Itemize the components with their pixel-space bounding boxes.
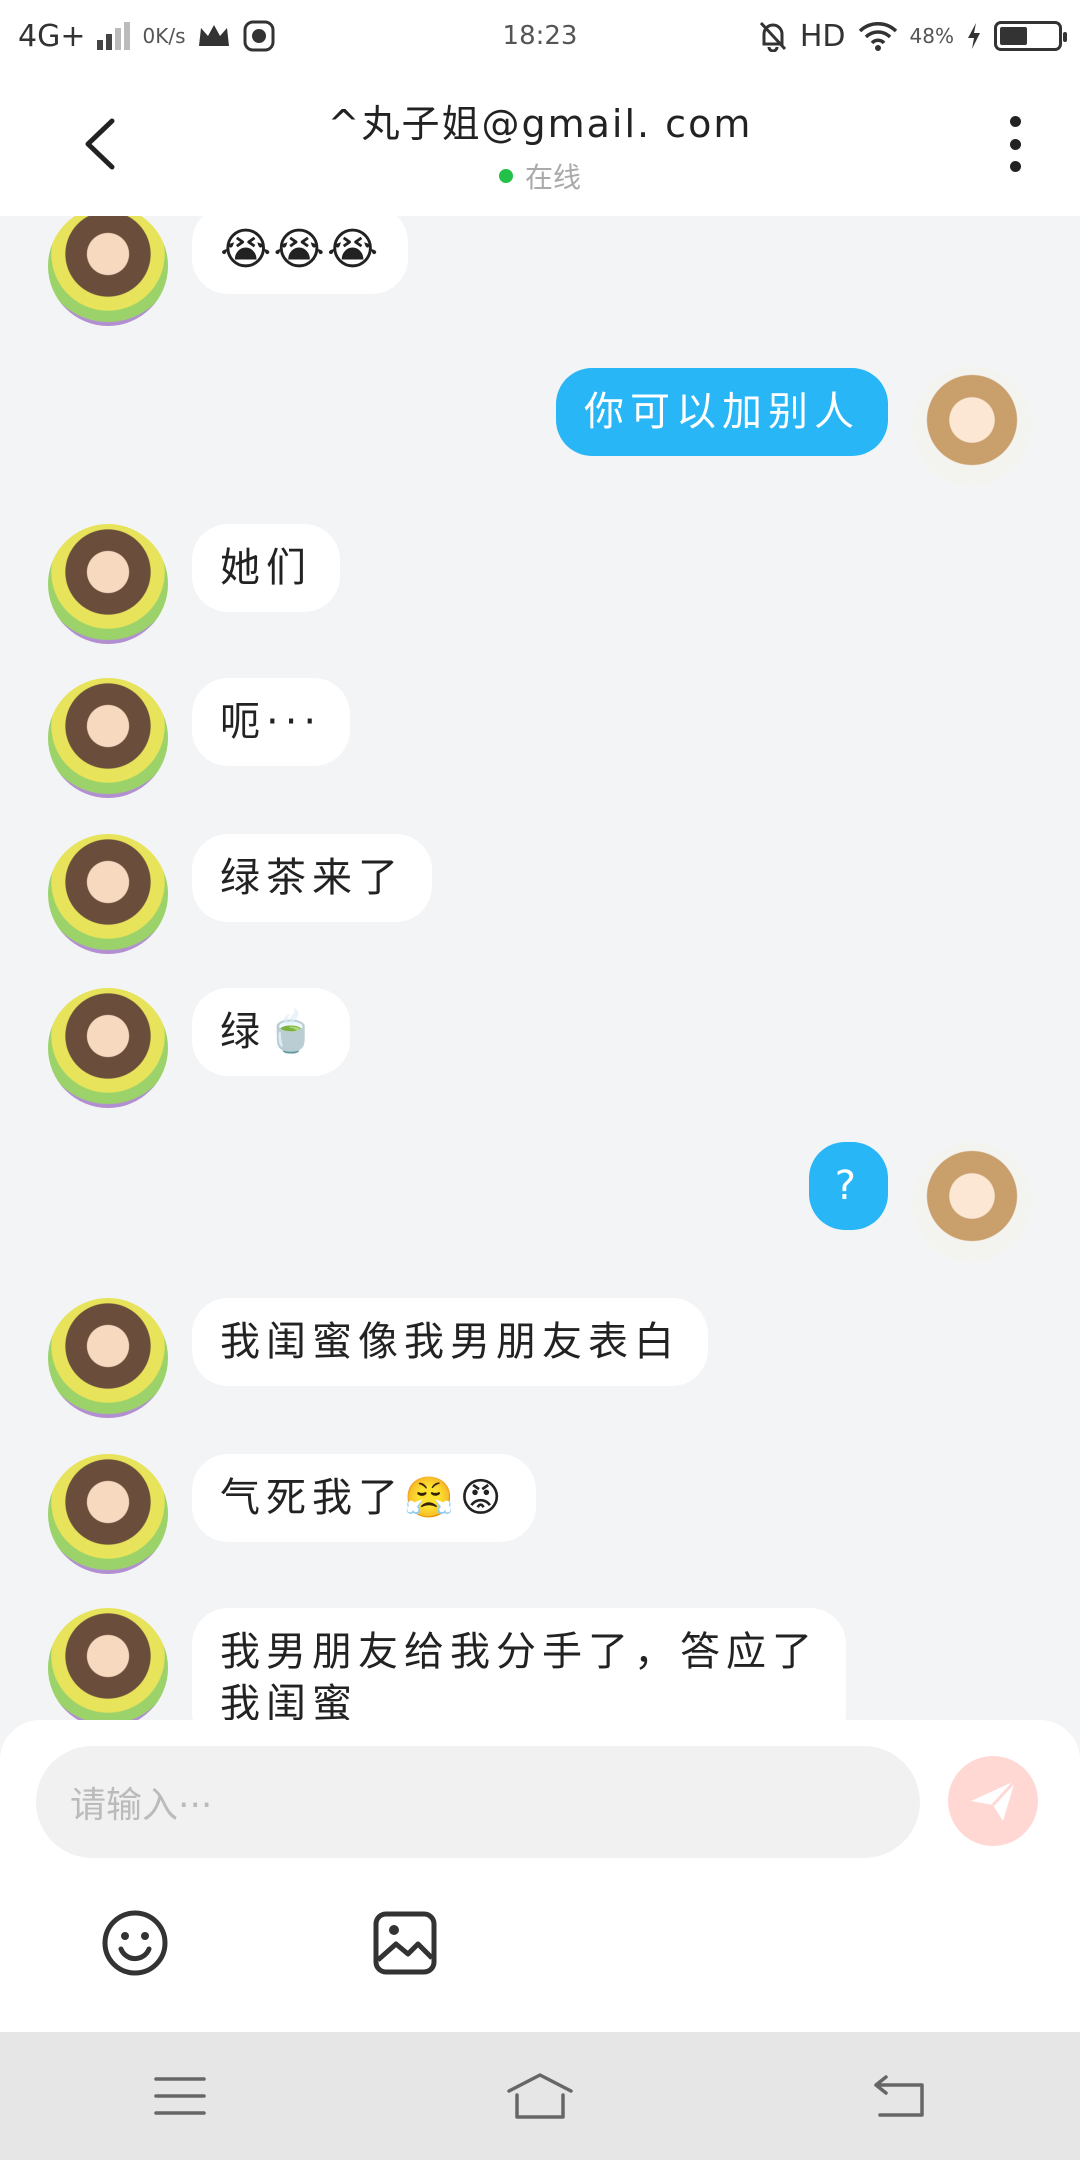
contact-avatar[interactable] [48,216,168,326]
battery-icon [994,21,1067,51]
contact-avatar[interactable] [48,524,168,644]
contact-avatar[interactable] [48,678,168,798]
app-notification-icon [243,20,275,52]
contact-avatar[interactable] [48,1608,168,1720]
emoji-button[interactable] [100,1908,170,1978]
message-input-placeholder: 请输入··· [70,1785,213,1826]
chevron-left-icon [85,118,115,170]
send-icon [971,1779,1017,1821]
message-bubble[interactable]: 你可以加别人 [556,368,888,456]
message-incoming: 😭😭😭 [48,216,432,326]
message-bubble[interactable]: 😭😭😭 [192,216,409,294]
message-outgoing: ? [785,1142,1032,1262]
message-bubble[interactable]: 绿🍵 [192,988,350,1076]
back-nav-button[interactable] [860,2056,940,2136]
network-label: 4G+ [18,18,86,54]
message-input[interactable]: 请输入··· [36,1746,920,1858]
system-nav-bar [0,2032,1080,2160]
message-incoming: 我男朋友给我分手了，答应了 我闺蜜 [48,1608,870,1720]
home-nav-button[interactable] [500,2056,580,2136]
message-bubble[interactable]: 我男朋友给我分手了，答应了 我闺蜜 [192,1608,846,1720]
wifi-icon [858,22,897,51]
back-button[interactable] [70,114,130,174]
message-incoming: 绿茶来了 [48,834,456,954]
message-bubble[interactable]: 绿茶来了 [192,834,432,922]
message-incoming: 气死我了😤😡 [48,1454,560,1574]
image-button[interactable] [370,1908,440,1978]
status-bar: 4G+ 0K/s 18:23 HD 48% [0,0,1080,72]
chat-message-list[interactable]: 😭😭😭 你可以加别人 她们 呃··· 绿茶来了 绿🍵 ? 我闺蜜像我男朋友表白 … [0,216,1080,1720]
signal-icon [97,22,131,50]
emoji-icon [102,1910,168,1976]
message-bubble[interactable]: 她们 [192,524,340,612]
crown-icon [199,25,230,46]
battery-percent: 48% [909,24,954,48]
online-status-label: 在线 [524,160,581,194]
online-dot-icon [498,168,513,183]
more-dot [1009,161,1021,172]
menu-icon [154,2077,206,2115]
chat-header: ^丸子姐@gmail. com 在线 [0,72,1080,216]
message-bubble[interactable]: 我闺蜜像我男朋友表白 [192,1298,708,1386]
message-incoming: 呃··· [48,678,374,798]
charging-icon [968,23,980,49]
send-button[interactable] [948,1756,1038,1846]
back-arrow-icon [874,2075,924,2117]
message-incoming: 绿🍵 [48,988,374,1108]
message-bubble[interactable]: ? [808,1142,888,1230]
message-outgoing: 你可以加别人 [532,366,1032,486]
more-button[interactable] [990,112,1040,176]
more-dot [1009,116,1021,127]
more-dot [1009,138,1021,150]
message-incoming: 我闺蜜像我男朋友表白 [48,1298,732,1418]
home-icon [507,2073,573,2119]
message-bubble[interactable]: 呃··· [192,678,351,766]
contact-avatar[interactable] [48,834,168,954]
hd-label: HD [799,18,846,54]
message-composer: 请输入··· [0,1720,1080,2032]
mute-bell-icon [759,21,786,52]
my-avatar[interactable] [912,1142,1032,1262]
my-avatar[interactable] [912,366,1032,486]
image-icon [373,1911,437,1975]
network-speed: 0K/s [142,24,186,48]
message-incoming: 她们 [48,524,364,644]
online-status: 在线 [328,156,753,196]
contact-avatar[interactable] [48,1298,168,1418]
contact-name: ^丸子姐@gmail. com [327,101,753,146]
contact-avatar[interactable] [48,988,168,1108]
contact-avatar[interactable] [48,1454,168,1574]
message-bubble[interactable]: 气死我了😤😡 [192,1454,536,1542]
menu-nav-button[interactable] [140,2056,220,2136]
